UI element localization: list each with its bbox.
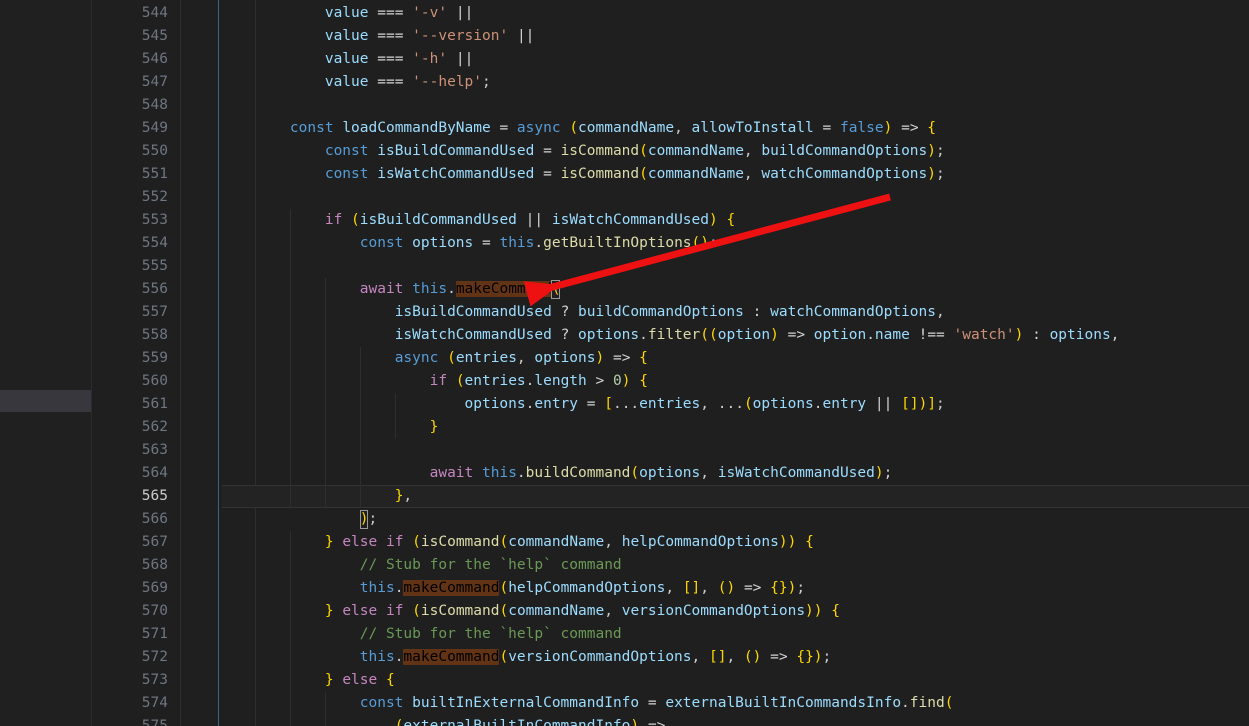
line-number: 550 [141,143,168,159]
line-number: 567 [141,534,168,550]
sidebar-file-item[interactable]: li.js [0,390,91,412]
line-number: 559 [141,350,168,366]
line-number: 558 [141,327,168,343]
line-number: 556 [141,281,168,297]
line-number: 575 [141,718,168,726]
sidebar-file-label [0,524,91,546]
code-line[interactable]: if (isBuildCommandUsed || isWatchCommand… [222,209,1249,232]
code-line[interactable]: if (entries.length > 0) { [222,370,1249,393]
code-line[interactable] [222,186,1249,209]
line-number: 564 [141,465,168,481]
sidebar-file-item[interactable]: rces [0,572,91,594]
line-number: 562 [141,419,168,435]
sidebar-file-item[interactable] [0,524,91,546]
search-match: makeCommand [403,580,500,596]
code-line[interactable]: const builtInExternalCommandInfo = exter… [222,692,1249,715]
code-line[interactable]: } else if (isCommand(commandName, helpCo… [222,531,1249,554]
code-line[interactable]: options.entry = [...entries, ...(options… [222,393,1249,416]
code-line[interactable] [222,94,1249,117]
indent-guide-active [218,0,219,726]
code-line[interactable]: value === '--version' || [222,25,1249,48]
sidebar-file-label: ge [0,547,91,569]
line-number: 544 [141,5,168,21]
line-number: 554 [141,235,168,251]
sidebar-file-item[interactable]: n [0,500,91,522]
line-number: 572 [141,649,168,665]
code-line[interactable]: value === '--help'; [222,71,1249,94]
sidebar-file-label: d [0,144,91,166]
sidebar-file-item[interactable]: les [0,414,91,436]
code-line[interactable]: // Stub for the `help` command [222,623,1249,646]
line-number: 570 [141,603,168,619]
line-number: 547 [141,74,168,90]
search-match: makeCommand [403,649,500,665]
line-number: 563 [141,442,168,458]
line-number: 552 [141,189,168,205]
line-number: 574 [141,695,168,711]
line-number: 545 [141,28,168,44]
code-line[interactable] [222,255,1249,278]
sidebar-file-label: li.js [0,390,91,412]
line-number: 546 [141,51,168,67]
line-number: 573 [141,672,168,688]
line-number: 557 [141,304,168,320]
sidebar-file-item[interactable] [0,122,91,144]
search-match: makeCommand [455,281,552,297]
code-line[interactable]: }, [222,485,1249,508]
sidebar-file-item[interactable]: G.md [0,443,91,465]
sidebar-file-item[interactable]: s [0,342,91,364]
code-line[interactable]: this.makeCommand(versionCommandOptions, … [222,646,1249,669]
code-line[interactable]: } [222,416,1249,439]
code-line[interactable]: value === '-h' || [222,48,1249,71]
code-line[interactable]: const loadCommandByName = async (command… [222,117,1249,140]
code-line[interactable]: (externalBuiltInCommandInfo) => [222,715,1249,726]
sidebar-file-label: n [0,100,91,122]
line-number: 551 [141,166,168,182]
code-line[interactable]: this.makeCommand(helpCommandOptions, [],… [222,577,1249,600]
code-line[interactable]: const isWatchCommandUsed = isCommand(com… [222,163,1249,186]
sidebar-file-item[interactable]: n [0,100,91,122]
sidebar-file-label: les [0,414,91,436]
line-number: 555 [141,258,168,274]
sidebar-file-label: G.md [0,443,91,465]
editor-window: n d s li.jsles G.md n ge rces 544 545 546 547 548… [0,0,1249,726]
code-line[interactable]: const isBuildCommandUsed = isCommand(com… [222,140,1249,163]
code-line[interactable]: const options = this.getBuiltInOptions()… [222,232,1249,255]
code-line[interactable]: await this.buildCommand(options, isWatch… [222,462,1249,485]
line-number: 561 [141,396,168,412]
line-number-gutter: 544 545 546 547 548 549 550 551 552 553 554 555 556 5… [92,0,180,726]
sidebar-file-item[interactable]: ge [0,547,91,569]
file-explorer-sidebar[interactable]: n d s li.jsles G.md n ge rces [0,0,92,726]
code-line[interactable]: } else if (isCommand(commandName, versio… [222,600,1249,623]
code-editor-content[interactable]: value === '-v' || value === '--version' … [222,0,1249,726]
gutter-divider-1 [180,0,181,726]
code-line[interactable]: await this.makeCommand( [222,278,1249,301]
code-line[interactable]: } else { [222,669,1249,692]
code-line[interactable]: async (entries, options) => { [222,347,1249,370]
code-line[interactable]: // Stub for the `help` command [222,554,1249,577]
code-line[interactable] [222,439,1249,462]
code-line[interactable]: isBuildCommandUsed ? buildCommandOptions… [222,301,1249,324]
line-number: 560 [141,373,168,389]
code-line[interactable]: isWatchCommandUsed ? options.filter((opt… [222,324,1249,347]
fold-column[interactable] [180,0,222,726]
line-number: 569 [141,580,168,596]
line-number: 565 [141,488,168,504]
line-number: 548 [141,97,168,113]
line-number: 571 [141,626,168,642]
code-line[interactable]: value === '-v' || [222,2,1249,25]
bracket-match-box [359,510,369,529]
line-number: 568 [141,557,168,573]
bracket-match-box [551,280,561,299]
sidebar-file-label [0,122,91,144]
sidebar-file-label: n [0,500,91,522]
sidebar-file-label: s [0,342,91,364]
line-number: 566 [141,511,168,527]
code-line[interactable]: ); [222,508,1249,531]
line-number: 553 [141,212,168,228]
sidebar-file-item[interactable]: d [0,144,91,166]
line-number: 549 [141,120,168,136]
sidebar-file-label: rces [0,572,91,594]
